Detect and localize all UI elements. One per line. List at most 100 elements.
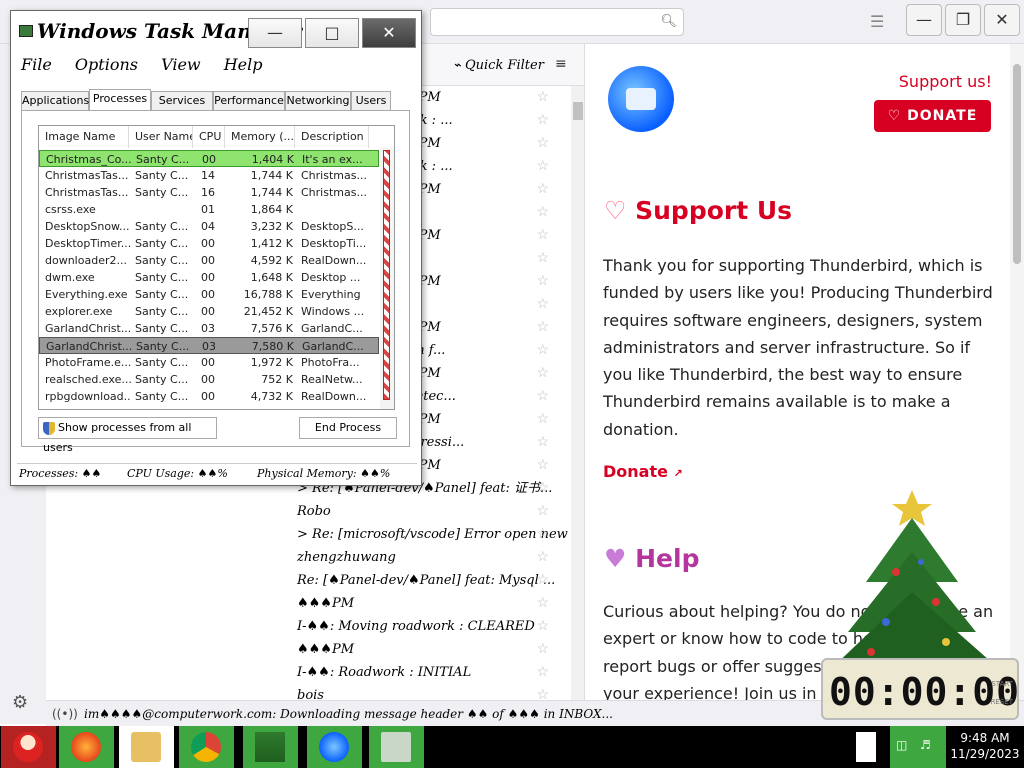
star-icon[interactable]: ☆ <box>536 293 549 316</box>
star-icon[interactable]: ☆ <box>536 339 549 362</box>
process-row[interactable]: downloader2... Santy C... 00 4,592 K RealDow… <box>39 252 379 269</box>
col-image-name[interactable]: Image Name <box>39 126 129 148</box>
star-icon[interactable]: ☆ <box>536 638 549 661</box>
process-row[interactable]: realsched.exe... Santy C... 00 752 K RealNet… <box>39 371 379 388</box>
taskbar-firefox[interactable] <box>58 726 114 768</box>
star-icon[interactable]: ☆ <box>536 247 549 270</box>
star-icon[interactable]: ☆ <box>536 477 549 500</box>
tab-networking[interactable]: Networking <box>285 91 351 111</box>
show-all-processes-button[interactable]: Show processes from all users <box>38 417 217 454</box>
star-icon[interactable]: ☆ <box>536 201 549 224</box>
tm-minimize-button[interactable]: — <box>248 18 302 48</box>
minimize-button[interactable]: — <box>906 4 942 36</box>
taskbar-task-manager[interactable] <box>368 726 424 768</box>
close-button[interactable]: ✕ <box>984 4 1020 36</box>
restore-button[interactable]: ❐ <box>945 4 981 36</box>
process-row[interactable]: ChristmasTas... Santy C... 14 1,744 K Christ… <box>39 167 379 184</box>
message-row[interactable]: zhengzhuwang ☆ <box>285 546 571 569</box>
process-scrollbar[interactable] <box>380 148 394 409</box>
star-icon[interactable]: ☆ <box>536 155 549 178</box>
star-icon[interactable]: ☆ <box>536 316 549 339</box>
star-icon[interactable]: ☆ <box>536 569 549 592</box>
tm-close-button[interactable]: ✕ <box>362 18 416 48</box>
tab-processes[interactable]: Processes <box>89 89 151 111</box>
process-row[interactable]: Christmas_Co... Santy C... 00 1,404 K It's a… <box>39 150 379 167</box>
star-icon[interactable]: ☆ <box>536 615 549 638</box>
star-icon[interactable]: ☆ <box>536 86 549 109</box>
search-icon[interactable]: 🔍︎ <box>660 14 677 29</box>
process-row[interactable]: ChristmasTas... Santy C... 16 1,744 K Christ… <box>39 184 379 201</box>
star-icon[interactable]: ☆ <box>536 661 549 684</box>
star-icon[interactable]: ☆ <box>536 109 549 132</box>
tab-users[interactable]: Users <box>351 91 391 111</box>
search-field[interactable]: 🔍︎ <box>430 8 684 36</box>
process-row[interactable]: GarlandChrist... Santy C... 03 7,580 K Garla… <box>39 337 379 354</box>
star-icon[interactable]: ☆ <box>536 362 549 385</box>
taskbar-tree-gadget[interactable] <box>242 726 298 768</box>
donate-button[interactable]: ♡ DONATE <box>874 100 991 132</box>
star-icon[interactable]: ☆ <box>536 684 549 700</box>
show-desktop-area[interactable] <box>856 732 876 762</box>
process-row[interactable]: dwm.exe Santy C... 00 1,648 K Desktop ... <box>39 269 379 286</box>
process-row[interactable]: DesktopSnow... Santy C... 04 3,232 K Desktop… <box>39 218 379 235</box>
message-row[interactable]: bois ☆ <box>285 684 571 700</box>
start-button[interactable] <box>0 726 56 768</box>
online-status-icon[interactable]: ((•)) <box>52 701 78 727</box>
star-icon[interactable]: ☆ <box>536 431 549 454</box>
col-cpu[interactable]: CPU <box>193 126 225 148</box>
star-icon[interactable]: ☆ <box>536 546 549 569</box>
message-row[interactable]: I-♠♠: Roadwork : INITIAL ☆ <box>285 661 571 684</box>
menu-help[interactable]: Help <box>224 55 263 74</box>
star-icon[interactable]: ☆ <box>536 408 549 431</box>
star-icon[interactable]: ☆ <box>536 500 549 523</box>
process-row[interactable]: csrss.exe 01 1,864 K <box>39 201 379 218</box>
process-row[interactable]: rpbgdownload... Santy C... 00 4,732 K RealDo… <box>39 388 379 405</box>
countdown-timer-gadget[interactable]: 00:00:00 START RESET <box>821 658 1019 720</box>
volume-icon[interactable]: ♬ <box>920 738 931 752</box>
menu-file[interactable]: File <box>21 55 52 74</box>
process-row[interactable]: explorer.exe Santy C... 00 21,452 K Windows … <box>39 303 379 320</box>
network-icon[interactable]: ◫ <box>896 738 907 752</box>
star-icon[interactable]: ☆ <box>536 592 549 615</box>
quick-filter-button[interactable]: ⌁ Quick Filter <box>453 58 544 73</box>
timer-start-button[interactable]: START <box>991 680 1013 688</box>
message-list-scrollbar[interactable] <box>571 86 584 700</box>
message-row[interactable]: I-♠♠: Moving roadwork : CLEARED ☆ <box>285 615 571 638</box>
process-row[interactable]: DesktopTimer... Santy C... 00 1,412 K Deskto… <box>39 235 379 252</box>
process-row[interactable]: GarlandChrist... Santy C... 03 7,576 K Garla… <box>39 320 379 337</box>
settings-gear-icon[interactable]: ⚙ <box>12 692 28 713</box>
taskbar-chrome[interactable] <box>178 726 234 768</box>
star-icon[interactable]: ☆ <box>536 523 549 546</box>
donate-link[interactable]: Donate ↗ <box>603 462 683 481</box>
system-clock[interactable]: 9:48 AM 11/29/2023 <box>946 730 1024 762</box>
process-row[interactable]: PhotoFrame.e... Santy C... 00 1,972 K PhotoF… <box>39 354 379 371</box>
message-row[interactable]: ♠♠♠PM ☆ <box>285 638 571 661</box>
star-icon[interactable]: ☆ <box>536 454 549 477</box>
list-options-icon[interactable]: ≡ <box>555 56 567 72</box>
star-icon[interactable]: ☆ <box>536 385 549 408</box>
col-memory[interactable]: Memory (... <box>225 126 295 148</box>
menu-view[interactable]: View <box>161 55 201 74</box>
star-icon[interactable]: ☆ <box>536 178 549 201</box>
end-process-button[interactable]: End Process <box>299 417 397 439</box>
tab-services[interactable]: Services <box>151 91 213 111</box>
tab-applications[interactable]: Applications <box>21 91 89 111</box>
tm-maximize-button[interactable]: □ <box>305 18 359 48</box>
message-row[interactable]: ♠♠♠PM ☆ <box>285 592 571 615</box>
timer-reset-button[interactable]: RESET <box>991 698 1013 706</box>
star-icon[interactable]: ☆ <box>536 270 549 293</box>
star-icon[interactable]: ☆ <box>536 132 549 155</box>
message-row[interactable]: Robo ☆ <box>285 500 571 523</box>
app-menu-icon[interactable]: ☰ <box>870 12 884 31</box>
col-user-name[interactable]: User Name <box>129 126 193 148</box>
col-description[interactable]: Description <box>295 126 369 148</box>
tab-performance[interactable]: Performance <box>213 91 285 111</box>
taskbar-explorer[interactable] <box>118 726 174 768</box>
star-icon[interactable]: ☆ <box>536 224 549 247</box>
message-row[interactable]: > Re: [microsoft/vscode] Error open new … <box>285 523 571 546</box>
taskbar-thunderbird[interactable] <box>306 726 362 768</box>
message-row[interactable]: Re: [♠Panel-dev/♠Panel] feat: Mysql ... ☆ <box>285 569 571 592</box>
support-us-link[interactable]: Support us! <box>899 72 992 91</box>
process-row[interactable]: Everything.exe Santy C... 00 16,788 K Everyt… <box>39 286 379 303</box>
menu-options[interactable]: Options <box>75 55 138 74</box>
